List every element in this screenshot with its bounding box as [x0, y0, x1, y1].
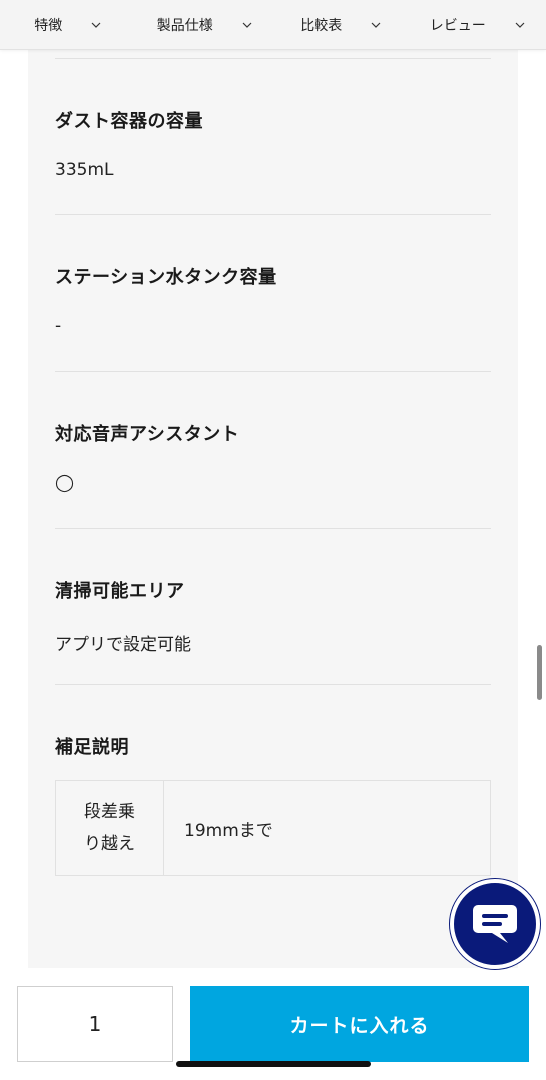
- spec-value: アプリで設定可能: [55, 635, 191, 655]
- home-indicator: [176, 1061, 371, 1067]
- spec-row-cleaning-area: 清掃可能エリア アプリで設定可能: [55, 528, 491, 685]
- tab-specifications[interactable]: 製品仕様: [137, 0, 274, 49]
- header-line: 段差乗: [84, 802, 135, 822]
- header-line: り越え: [84, 834, 135, 854]
- spec-label: 対応音声アシスタント: [55, 424, 240, 445]
- spec-label: ステーション水タンク容量: [55, 267, 277, 288]
- tab-label: 比較表: [300, 17, 343, 34]
- scrollbar-thumb[interactable]: [537, 645, 542, 700]
- supplement-table-header: 段差乗 り越え: [56, 781, 164, 875]
- chevron-down-icon: [371, 22, 381, 28]
- chat-icon: [473, 905, 517, 943]
- tab-features[interactable]: 特徴: [0, 0, 137, 49]
- supplement-table: 段差乗 り越え 19mmまで: [55, 780, 491, 876]
- spec-label: 補足説明: [55, 737, 129, 758]
- spec-label: ダスト容器の容量: [55, 111, 203, 132]
- spec-row-dust-capacity: ダスト容器の容量 335mL: [55, 58, 491, 215]
- spec-value: -: [55, 316, 62, 336]
- chevron-down-icon: [91, 22, 101, 28]
- tab-reviews[interactable]: レビュー: [410, 0, 546, 49]
- spec-panel: ダスト容器の容量 335mL ステーション水タンク容量 - 対応音声アシスタント…: [28, 50, 518, 968]
- quantity-input[interactable]: 1: [17, 986, 173, 1062]
- chevron-down-icon: [515, 22, 525, 28]
- tab-label: 特徴: [34, 17, 63, 34]
- supplement-table-value: 19mmまで: [184, 820, 273, 841]
- spec-row-supplement: 補足説明: [55, 684, 491, 758]
- chevron-down-icon: [242, 22, 252, 28]
- spec-label: 清掃可能エリア: [55, 581, 185, 602]
- spec-row-water-tank: ステーション水タンク容量 -: [55, 214, 491, 371]
- spec-value: ◯: [55, 473, 75, 493]
- tab-comparison[interactable]: 比較表: [273, 0, 410, 49]
- tab-label: レビュー: [429, 17, 486, 34]
- add-to-cart-button[interactable]: カートに入れる: [190, 986, 529, 1062]
- spec-row-voice-assistant: 対応音声アシスタント ◯: [55, 371, 491, 528]
- chat-button[interactable]: [450, 879, 540, 969]
- tab-label: 製品仕様: [156, 17, 213, 34]
- section-tab-bar: 特徴 製品仕様 比較表 レビュー: [0, 0, 546, 50]
- spec-value: 335mL: [55, 160, 114, 180]
